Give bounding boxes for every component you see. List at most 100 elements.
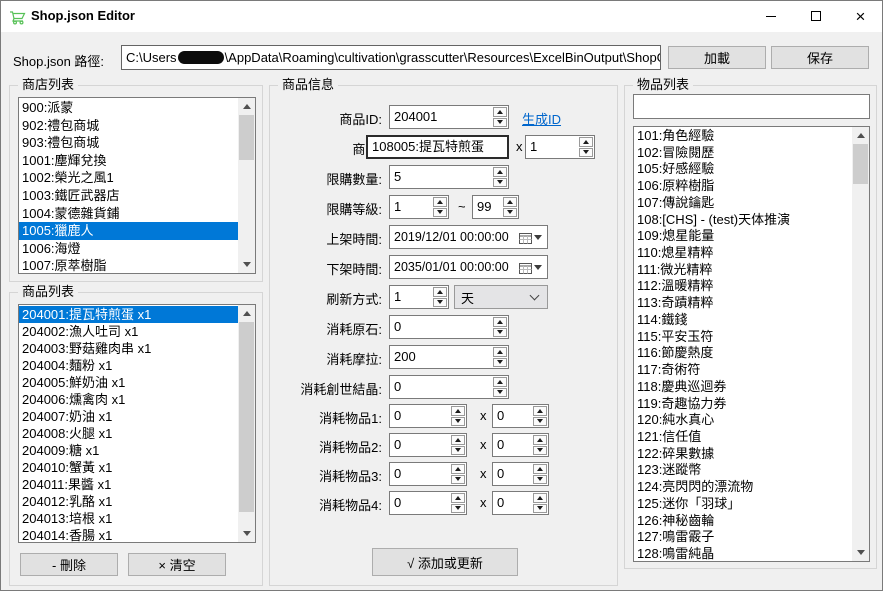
spin-down-icon[interactable] [533,417,547,427]
begin-time-picker[interactable]: 2019/12/01 00:00:00 [389,225,548,249]
list-item[interactable]: 112:溫暖精粹 [634,278,852,295]
list-item[interactable]: 204010:蟹黃 x1 [19,459,238,476]
list-item[interactable]: 204003:野菇雞肉串 x1 [19,340,238,357]
list-item[interactable]: 1006:海燈 [19,240,238,258]
spin-down-icon[interactable] [433,298,447,308]
refresh-unit-combobox[interactable]: 天 [454,285,548,309]
list-item[interactable]: 101:角色經驗 [634,128,852,145]
list-item[interactable]: 108:[CHS] - (test)天体推演 [634,212,852,229]
list-item[interactable]: 1004:蒙德雜貨鋪 [19,205,238,223]
list-item[interactable]: 111:微光精粹 [634,262,852,279]
list-item[interactable]: 116:節慶熱度 [634,345,852,362]
list-item[interactable]: 121:信任值 [634,429,852,446]
list-item[interactable]: 117:奇術符 [634,362,852,379]
list-item[interactable]: 127:鳴雷霰子 [634,529,852,546]
list-item[interactable]: 113:奇蹟精粹 [634,295,852,312]
cost-crystal-spinner[interactable]: 0 [389,375,509,399]
spin-down-icon[interactable] [533,504,547,514]
list-item[interactable]: 204005:鮮奶油 x1 [19,374,238,391]
dropdown-arrow-icon[interactable] [534,235,542,240]
spin-down-icon[interactable] [493,388,507,398]
spin-down-icon[interactable] [579,148,593,158]
scroll-thumb[interactable] [239,322,254,512]
spin-down-icon[interactable] [451,446,465,456]
generate-id-link[interactable]: 生成ID [522,109,561,128]
list-item[interactable]: 204014:香腸 x1 [19,527,238,542]
cost-item1-count-spinner[interactable]: 0 [492,404,549,428]
path-input[interactable]: C:\Users\AppData\Roaming\cultivation\gra… [121,45,661,70]
list-item[interactable]: 1005:獵鹿人 [19,222,238,240]
spin-up-icon[interactable] [503,197,517,207]
scroll-down-icon[interactable] [852,544,869,561]
list-item[interactable]: 903:禮包商城 [19,134,238,152]
save-button[interactable]: 保存 [771,46,869,69]
list-item[interactable]: 204013:培根 x1 [19,510,238,527]
list-item[interactable]: 204011:果醬 x1 [19,476,238,493]
refresh-value-spinner[interactable]: 1 [389,285,449,309]
maximize-button[interactable] [793,1,838,31]
spin-up-icon[interactable] [493,347,507,357]
cost-mora-spinner[interactable]: 200 [389,345,509,369]
buy-limit-spinner[interactable]: 5 [389,165,509,189]
spin-up-icon[interactable] [451,493,465,503]
goods-list-scrollbar[interactable] [238,305,255,542]
load-button[interactable]: 加載 [668,46,766,69]
spin-down-icon[interactable] [433,208,447,218]
list-item[interactable]: 107:傳說鑰匙 [634,195,852,212]
list-item[interactable]: 1001:塵輝兌換 [19,152,238,170]
list-item[interactable]: 1003:鐵匠武器店 [19,187,238,205]
list-item[interactable]: 900:派蒙 [19,99,238,117]
spin-up-icon[interactable] [451,435,465,445]
spin-down-icon[interactable] [493,358,507,368]
spin-down-icon[interactable] [533,446,547,456]
cost-item4-count-spinner[interactable]: 0 [492,491,549,515]
scroll-up-icon[interactable] [852,127,869,144]
end-time-picker[interactable]: 2035/01/01 00:00:00 [389,255,548,279]
spin-up-icon[interactable] [493,377,507,387]
cost-item1-id-spinner[interactable]: 0 [389,404,467,428]
scroll-thumb[interactable] [239,115,254,160]
dropdown-arrow-icon[interactable] [534,265,542,270]
shop-list-scrollbar[interactable] [238,98,255,273]
scroll-down-icon[interactable] [238,525,255,542]
spin-up-icon[interactable] [533,493,547,503]
spin-up-icon[interactable] [451,464,465,474]
cost-item3-id-spinner[interactable]: 0 [389,462,467,486]
spin-up-icon[interactable] [433,197,447,207]
spin-down-icon[interactable] [451,475,465,485]
list-item[interactable]: 128:鳴雷純晶 [634,546,852,561]
goods-name-input[interactable]: 108005:提瓦特煎蛋 [366,135,509,159]
scroll-thumb[interactable] [853,144,868,184]
list-item[interactable]: 106:原粹樹脂 [634,178,852,195]
list-item[interactable]: 204002:漁人吐司 x1 [19,323,238,340]
spin-down-icon[interactable] [451,417,465,427]
spin-down-icon[interactable] [533,475,547,485]
goods-listbox[interactable]: 204001:提瓦特煎蛋 x1204002:漁人吐司 x1204003:野菇雞肉… [18,304,256,543]
list-item[interactable]: 115:平安玉符 [634,329,852,346]
list-item[interactable]: 109:熄星能量 [634,228,852,245]
list-item[interactable]: 114:鐵錢 [634,312,852,329]
spin-down-icon[interactable] [493,118,507,128]
list-item[interactable]: 120:純水真心 [634,412,852,429]
level-min-spinner[interactable]: 1 [389,195,449,219]
list-item[interactable]: 204007:奶油 x1 [19,408,238,425]
list-item[interactable]: 102:冒險閱歷 [634,145,852,162]
level-max-spinner[interactable]: 99 [472,195,519,219]
spin-down-icon[interactable] [493,178,507,188]
cost-item2-count-spinner[interactable]: 0 [492,433,549,457]
list-item[interactable]: 105:好感經驗 [634,161,852,178]
list-item[interactable]: 902:禮包商城 [19,117,238,135]
list-item[interactable]: 204004:麵粉 x1 [19,357,238,374]
spin-down-icon[interactable] [503,208,517,218]
list-item[interactable]: 118:慶典巡迴券 [634,379,852,396]
close-button[interactable]: × [838,1,883,31]
list-item[interactable]: 110:熄星精粹 [634,245,852,262]
spin-up-icon[interactable] [533,435,547,445]
list-item[interactable]: 204001:提瓦特煎蛋 x1 [19,306,238,323]
list-item[interactable]: 125:迷你「羽球」 [634,496,852,513]
item-search-input[interactable] [633,94,870,119]
goods-id-spinner[interactable]: 204001 [389,105,509,129]
list-item[interactable]: 1007:原萃樹脂 [19,257,238,273]
list-item[interactable]: 126:神秘齒輪 [634,513,852,530]
item-list-scrollbar[interactable] [852,127,869,561]
